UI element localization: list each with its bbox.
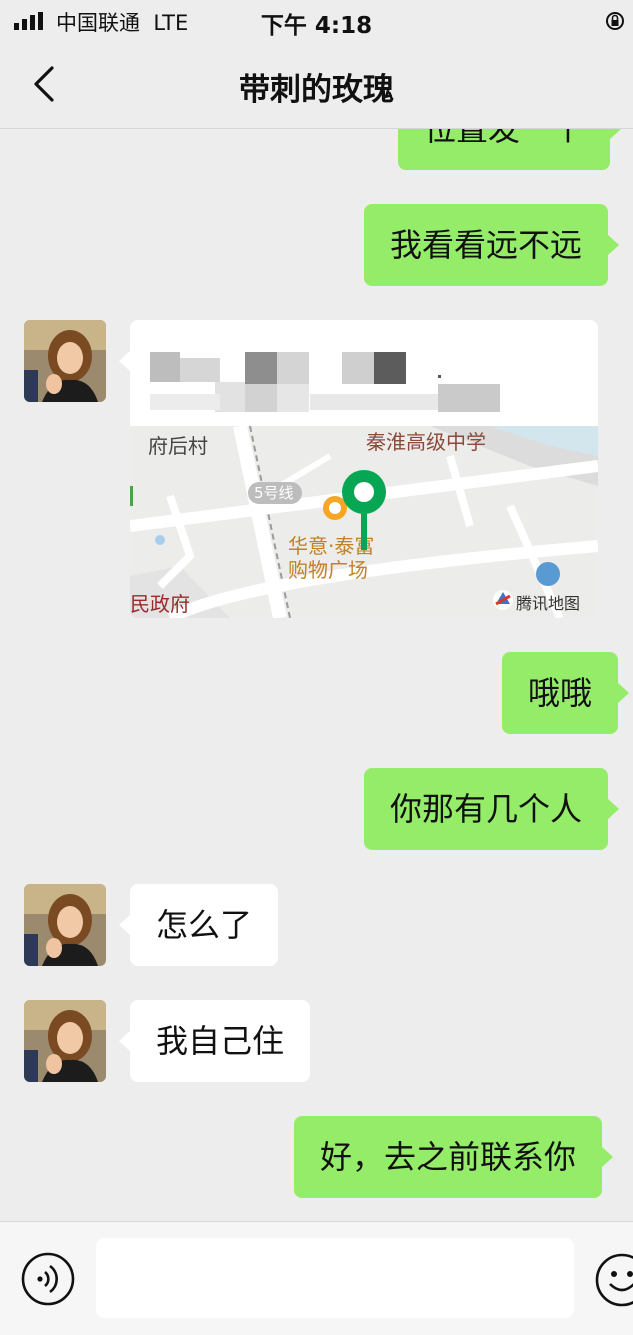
message-bubble-sent[interactable]: 你那有几个人 — [364, 768, 620, 850]
emoji-icon[interactable] — [594, 1252, 633, 1312]
location-pin-icon — [342, 470, 386, 550]
page-title: 带刺的玫瑰 — [239, 72, 394, 108]
map-label-village: 府后村 — [148, 434, 208, 458]
avatar-image — [24, 884, 106, 966]
message-bubble-sent[interactable]: 哦哦 — [502, 652, 630, 734]
map-label-school: 秦淮高级中学 — [366, 430, 486, 454]
map-label-gov: 民政府 — [130, 592, 190, 616]
location-info-redacted — [130, 320, 598, 426]
message-bubble-sent[interactable]: 我看看远不远 — [364, 204, 620, 286]
location-card[interactable]: 府后村 秦淮高级中学 5号线 华意·泰富 购物广场 民政府 腾讯地图 — [130, 320, 598, 618]
avatar[interactable] — [24, 320, 106, 402]
message-bubble-received[interactable]: 我自己住 — [118, 1000, 311, 1082]
map-label-metro: 5号线 — [254, 484, 294, 502]
chat-area[interactable]: 位置发一个 我看看远不远 府后村 秦淮高级中学 5号线 华意·泰富 购物广场 民… — [0, 0, 633, 1220]
map-brand-label: 腾讯地图 — [516, 594, 581, 613]
avatar-image — [24, 1000, 106, 1082]
voice-icon[interactable] — [21, 1252, 75, 1306]
avatar[interactable] — [24, 1000, 106, 1082]
nav-bar: 带刺的玫瑰 — [0, 40, 633, 129]
message-bubble-sent[interactable]: 好，去之前联系你 — [294, 1116, 614, 1198]
location-map[interactable]: 府后村 秦淮高级中学 5号线 华意·泰富 购物广场 民政府 腾讯地图 — [130, 426, 598, 618]
input-bar — [0, 1221, 633, 1335]
avatar[interactable] — [24, 884, 106, 966]
message-bubble-received[interactable]: 怎么了 — [118, 884, 279, 966]
message-input[interactable] — [96, 1238, 574, 1318]
map-label-mall-line2: 购物广场 — [288, 558, 368, 582]
avatar-image — [24, 320, 106, 402]
